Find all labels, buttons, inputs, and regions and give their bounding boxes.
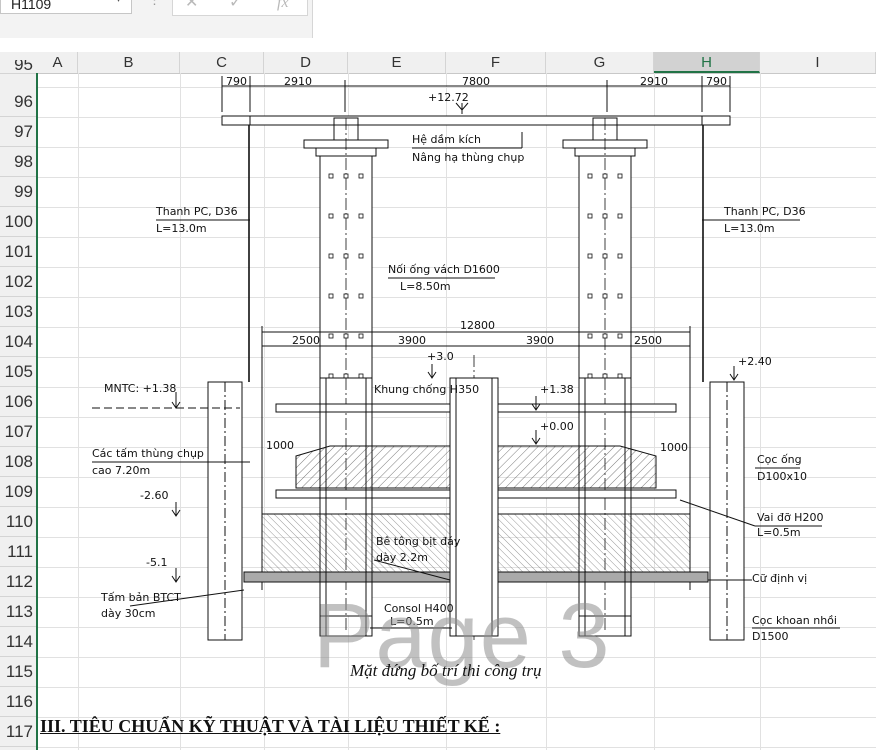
- elevation-label: -5.1: [146, 556, 167, 569]
- note-label: dày 30cm: [101, 607, 156, 620]
- dim-label: 7800: [462, 75, 490, 88]
- elevation-label: +3.0: [427, 350, 454, 363]
- column-header[interactable]: A: [38, 52, 78, 73]
- row-header[interactable]: 111: [0, 537, 36, 567]
- row-header[interactable]: 103: [0, 297, 36, 327]
- dim-label: 3900: [526, 334, 554, 347]
- formula-buttons: ✕ ✓ fx: [172, 0, 308, 16]
- note-label: Nâng hạ thùng chụp: [412, 151, 524, 164]
- dim-label: 790: [226, 75, 247, 88]
- note-label: D100x10: [757, 470, 807, 483]
- column-header[interactable]: G: [546, 52, 654, 73]
- row-header[interactable]: 95: [0, 60, 36, 74]
- note-label: Hệ dầm kích: [412, 133, 481, 146]
- elevation-label: +0.00: [540, 420, 574, 433]
- name-box[interactable]: H1109: [0, 0, 132, 14]
- dim-label: 790: [706, 75, 727, 88]
- row-header[interactable]: 97: [0, 117, 36, 147]
- section-heading[interactable]: III. TIÊU CHUẨN KỸ THUẬT VÀ TÀI LIỆU THI…: [40, 716, 500, 737]
- note-label: L=13.0m: [724, 222, 775, 235]
- column-header[interactable]: I: [760, 52, 876, 73]
- row-header[interactable]: 106: [0, 387, 36, 417]
- dim-label: 2910: [284, 75, 312, 88]
- row-header[interactable]: 102: [0, 267, 36, 297]
- elevation-label: +1.38: [540, 383, 574, 396]
- note-label: L=13.0m: [156, 222, 207, 235]
- note-label: Bê tông bịt đáy: [376, 535, 461, 548]
- note-label: dày 2.2m: [376, 551, 428, 564]
- row-header[interactable]: 101: [0, 237, 36, 267]
- column-header[interactable]: F: [446, 52, 546, 73]
- dim-label: 12800: [460, 319, 495, 332]
- row-header[interactable]: 96: [0, 87, 36, 117]
- row-header[interactable]: 117: [0, 717, 36, 747]
- note-label: Thanh PC, D36: [723, 205, 806, 218]
- note-label: Vai đỡ H200: [757, 511, 823, 524]
- note-label: Các tấm thùng chụp: [92, 447, 204, 460]
- column-header[interactable]: B: [78, 52, 180, 73]
- cancel-icon[interactable]: ✕: [185, 0, 198, 13]
- water-level-label: MNTC: +1.38: [104, 382, 176, 395]
- column-header-selected[interactable]: H: [654, 52, 760, 73]
- note-label: L=8.50m: [400, 280, 451, 293]
- dim-label: 1000: [660, 441, 688, 454]
- note-label: Khung chống H350: [374, 383, 479, 396]
- note-label: L=0.5m: [757, 526, 801, 539]
- column-header[interactable]: E: [348, 52, 446, 73]
- row-header[interactable]: 109: [0, 477, 36, 507]
- elevation-label: +12.72: [428, 91, 469, 104]
- formula-input[interactable]: [312, 0, 876, 38]
- note-label: Cọc khoan nhồi: [752, 614, 837, 627]
- fx-icon[interactable]: fx: [277, 0, 289, 13]
- column-header[interactable]: D: [264, 52, 348, 73]
- column-headers: A B C D E F G H I: [0, 52, 876, 74]
- elevation-label: +2.40: [738, 355, 772, 368]
- note-label: Cữ định vị: [752, 572, 807, 585]
- row-header[interactable]: 113: [0, 597, 36, 627]
- column-header[interactable]: C: [180, 52, 264, 73]
- row-header[interactable]: 99: [0, 177, 36, 207]
- note-label: Tấm bản BTCT: [100, 591, 181, 604]
- enter-icon[interactable]: ✓: [229, 0, 242, 13]
- row-header[interactable]: 108: [0, 447, 36, 477]
- row-header[interactable]: 107: [0, 417, 36, 447]
- note-label: cao 7.20m: [92, 464, 150, 477]
- dim-label: 2500: [292, 334, 320, 347]
- dim-label: 3900: [398, 334, 426, 347]
- elevation-label: -2.60: [140, 489, 168, 502]
- note-label: Nối ống vách D1600: [388, 263, 500, 276]
- more-icon[interactable]: ⋮: [148, 0, 161, 8]
- dim-label: 2910: [640, 75, 668, 88]
- note-label: D1500: [752, 630, 788, 643]
- chevron-down-icon[interactable]: ▾: [116, 0, 121, 5]
- drawing-caption: Mặt đứng bố trí thi công trụ: [350, 661, 542, 680]
- row-header[interactable]: 104: [0, 327, 36, 357]
- row-header[interactable]: 105: [0, 357, 36, 387]
- dim-label: 2500: [634, 334, 662, 347]
- row-header[interactable]: 114: [0, 627, 36, 657]
- formula-bar: H1109 ▾ ⋮ ✕ ✓ fx: [0, 0, 876, 38]
- note-label: Cọc ống: [757, 453, 802, 466]
- row-header[interactable]: 98: [0, 147, 36, 177]
- row-header[interactable]: 112: [0, 567, 36, 597]
- row-header[interactable]: 116: [0, 687, 36, 717]
- row-headers: 95 96 97 98 99 100 101 102 103 104 105 1…: [0, 60, 38, 750]
- dim-label: 1000: [266, 439, 294, 452]
- row-header[interactable]: 115: [0, 657, 36, 687]
- row-header[interactable]: 110: [0, 507, 36, 537]
- row-header[interactable]: 100: [0, 207, 36, 237]
- note-label: Thanh PC, D36: [155, 205, 238, 218]
